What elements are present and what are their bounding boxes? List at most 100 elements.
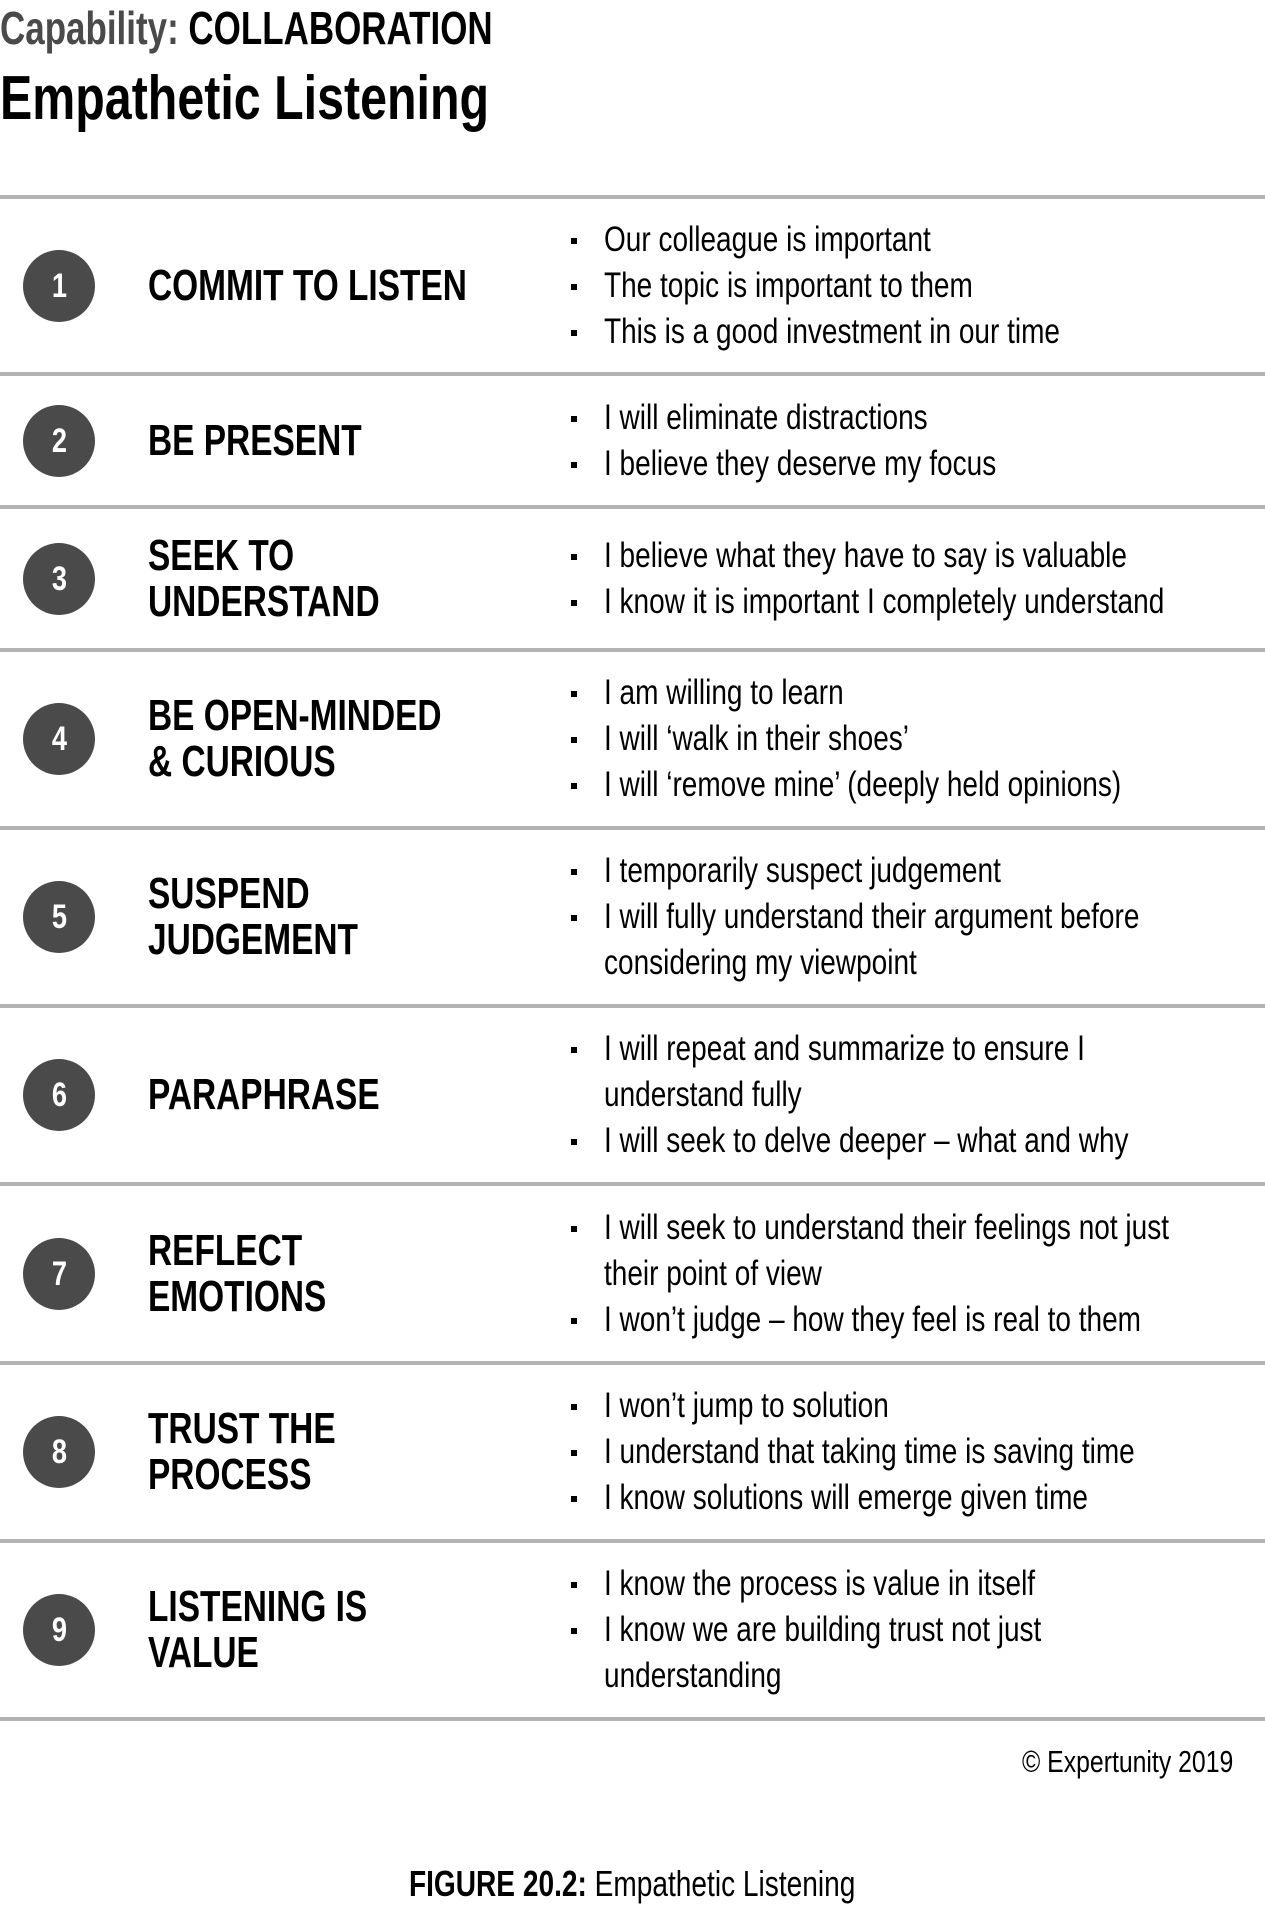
bullet-text: I am willing to learn — [604, 673, 844, 712]
step-title: LISTENING IS VALUE — [148, 1584, 436, 1676]
bullet-text: I will repeat and summarize to ensure I — [604, 1029, 1085, 1068]
bullet-text: I won’t judge – how they feel is real to… — [604, 1299, 1141, 1339]
bullet-square-icon — [571, 329, 577, 336]
bullet-text: I know it is important I completely unde… — [604, 581, 1165, 621]
bullet-text: I understand that taking time is saving … — [604, 1432, 1135, 1471]
bullet-text: I will ‘walk in their shoes’ — [604, 719, 909, 758]
step-title-line: REFLECT — [148, 1225, 303, 1275]
step-title: PARAPHRASE — [148, 1072, 453, 1118]
figure-caption: FIGURE 20.2: Empathetic Listening — [0, 1862, 1265, 1906]
step-number-badge: 8 — [23, 1416, 95, 1488]
bullet-item: I will seek to delve deeper – what and w… — [566, 1118, 1256, 1164]
step-bullet-list: I am willing to learn I will ‘walk in the… — [566, 670, 1256, 808]
step-title: REFLECT EMOTIONS — [148, 1225, 383, 1321]
bullet-square-icon — [571, 415, 577, 422]
bullet-text: understand fully — [604, 1075, 802, 1114]
bullet-square-icon — [571, 1404, 577, 1410]
bullet-text: The topic is important to them — [604, 265, 973, 305]
step-title-line: SUSPEND — [148, 869, 310, 918]
bullet-square-icon — [571, 1582, 577, 1588]
step-title: SEEK TO UNDERSTAND — [148, 530, 453, 626]
step-title-line: BE OPEN-MINDED — [148, 691, 442, 740]
figure-label: FIGURE 20.2: — [409, 1863, 588, 1904]
step-number: 6 — [51, 1076, 67, 1114]
bullet-square-icon — [571, 1317, 577, 1324]
step-row: 9 LISTENING IS VALUE I know the process is … — [0, 1543, 1265, 1717]
step-row: 1 COMMIT TO LISTEN Our colleague is import… — [0, 199, 1265, 372]
bullet-text: Our colleague is important — [604, 219, 931, 259]
bullet-item: I won’t judge – how they feel is real to… — [566, 1297, 1256, 1343]
step-number: 7 — [51, 1254, 67, 1293]
step-title-line: TRUST THE — [148, 1404, 336, 1453]
bullet-item: I know it is important I completely unde… — [566, 579, 1256, 625]
bullet-item: I know we are building trust not just und… — [566, 1607, 1256, 1699]
step-number-badge: 1 — [23, 249, 95, 322]
step-title-line: VALUE — [148, 1628, 259, 1677]
bullet-square-icon — [571, 283, 577, 290]
step-title-line: EMOTIONS — [148, 1271, 327, 1321]
step-title-line: COMMIT TO LISTEN — [148, 260, 467, 310]
bullet-square-icon — [571, 1496, 577, 1502]
bullet-item: I know the process is value in itself — [566, 1561, 1256, 1607]
step-number: 2 — [51, 421, 67, 460]
capability-label: Capability: — [0, 2, 179, 54]
step-number: 1 — [51, 266, 67, 305]
bullet-square-icon — [571, 1225, 577, 1232]
bullet-square-icon — [571, 1047, 577, 1053]
bullet-item: This is a good investment in our time — [566, 309, 1256, 355]
step-title-line: UNDERSTAND — [148, 576, 380, 626]
page-title: Empathetic Listening — [0, 64, 627, 134]
bullet-square-icon — [571, 553, 577, 560]
copyright-notice: © Expertunity 2019 — [1022, 1742, 1265, 1782]
step-row: 7 REFLECT EMOTIONS I will seek to understan… — [0, 1186, 1265, 1361]
bullet-item: I will ‘walk in their shoes’ — [566, 716, 1256, 762]
bullet-text: their point of view — [604, 1253, 822, 1293]
step-number-badge: 4 — [23, 703, 95, 775]
step-number-badge: 5 — [23, 881, 95, 953]
step-bullet-list: I will eliminate distractions I believe t… — [566, 395, 1256, 487]
step-bullet-list: I know the process is value in itself I k… — [566, 1561, 1256, 1699]
bullet-text: considering my viewpoint — [604, 943, 917, 982]
step-row: 5 SUSPEND JUDGEMENT I temporarily suspect j… — [0, 830, 1265, 1004]
step-row: 4 BE OPEN-MINDED & CURIOUS I am willing to … — [0, 652, 1265, 826]
bullet-square-icon — [571, 1139, 577, 1145]
row-divider — [0, 1717, 1265, 1721]
bullet-text: I will seek to delve deeper – what and w… — [604, 1121, 1129, 1160]
step-number-badge: 6 — [23, 1059, 95, 1131]
bullet-text: I know we are building trust not just — [604, 1610, 1042, 1649]
step-title-line: & CURIOUS — [148, 737, 336, 786]
capability-heading: Capability: COLLABORATION — [0, 2, 648, 54]
bullet-square-icon — [571, 1628, 577, 1634]
bullet-square-icon — [571, 599, 577, 606]
step-bullet-list: I will repeat and summarize to ensure I u… — [566, 1026, 1256, 1164]
bullet-item: I will seek to understand their feelings… — [566, 1205, 1256, 1297]
step-number: 4 — [51, 720, 67, 758]
bullet-square-icon — [571, 1450, 577, 1456]
step-number: 8 — [51, 1433, 67, 1471]
bullet-text: I will ‘remove mine’ (deeply held opinio… — [604, 765, 1122, 804]
bullet-item: I will fully understand their argument b… — [566, 894, 1256, 986]
step-row: 3 SEEK TO UNDERSTAND I believe what they ha… — [0, 509, 1265, 648]
bullet-text: I will fully understand their argument b… — [604, 897, 1140, 936]
bullet-square-icon — [571, 691, 577, 697]
step-title-line: JUDGEMENT — [148, 915, 358, 964]
step-bullet-list: I believe what they have to say is valua… — [566, 533, 1256, 625]
bullet-text: I will seek to understand their feelings… — [604, 1207, 1169, 1247]
step-bullet-list: I will seek to understand their feelings… — [566, 1205, 1256, 1343]
bullet-item: I believe what they have to say is valua… — [566, 533, 1256, 579]
bullet-text: This is a good investment in our time — [604, 311, 1060, 351]
bullet-text: I believe what they have to say is valua… — [604, 535, 1127, 575]
step-number-badge: 3 — [23, 542, 95, 615]
step-row: 2 BE PRESENT I will eliminate distractions… — [0, 376, 1265, 505]
step-number-badge: 7 — [23, 1237, 95, 1310]
step-title-line: LISTENING IS — [148, 1582, 368, 1631]
bullet-item: I understand that taking time is saving … — [566, 1429, 1256, 1475]
step-title-line: PROCESS — [148, 1450, 312, 1499]
step-title-line: BE PRESENT — [148, 415, 362, 465]
bullet-text: understanding — [604, 1656, 782, 1695]
step-number: 9 — [51, 1611, 67, 1649]
step-title-line: SEEK TO — [148, 530, 295, 580]
step-title: BE OPEN-MINDED & CURIOUS — [148, 693, 534, 785]
step-bullet-list: Our colleague is important The topic is i… — [566, 217, 1256, 355]
bullet-text: I believe they deserve my focus — [604, 443, 997, 483]
